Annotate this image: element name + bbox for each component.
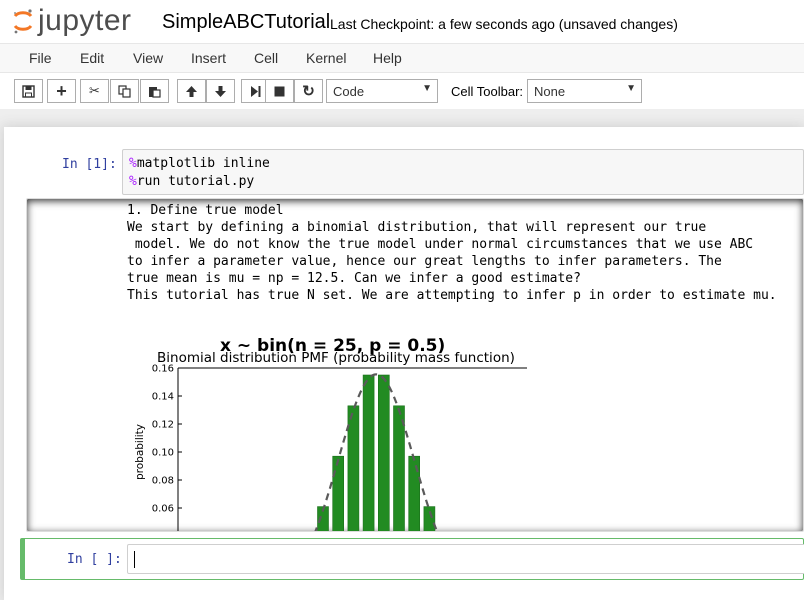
menu-file[interactable]: File <box>29 50 52 66</box>
output-line: We start by defining a binomial distribu… <box>127 220 707 235</box>
cut-icon: ✂ <box>89 83 100 98</box>
restart-icon: ↻ <box>302 83 315 100</box>
save-icon <box>22 84 35 98</box>
move-up-button[interactable] <box>177 79 206 103</box>
output-line: model. We do not know the true model und… <box>127 237 754 252</box>
cut-button[interactable]: ✂ <box>80 79 109 103</box>
cell-type-value: Code <box>333 84 365 99</box>
code-input[interactable] <box>127 544 804 574</box>
header: jupyter SimpleABCTutorial Last Checkpoin… <box>0 0 804 43</box>
toolbar: + ✂ ↻ Code ▼ Cell Toolbar: None ▼ <box>0 73 804 109</box>
move-down-button[interactable] <box>206 79 235 103</box>
input-prompt: In [ ]: <box>67 552 122 567</box>
notebook-container: In [1]: %matplotlib inline %run tutorial… <box>4 127 804 600</box>
add-cell-button[interactable]: + <box>47 79 76 103</box>
code-text: run tutorial.py <box>136 174 255 189</box>
y-tick-label: 0.12 <box>152 420 174 431</box>
dropdown-arrow-icon: ▼ <box>422 83 432 94</box>
magic-percent: % <box>129 174 137 189</box>
logo-text: jupyter <box>38 4 132 37</box>
y-tick-label: 0.04 <box>152 532 174 533</box>
input-prompt: In [1]: <box>62 157 117 172</box>
y-tick-label: 0.10 <box>152 448 174 459</box>
pmf-bar <box>378 374 390 531</box>
output-line: 1. Define true model <box>127 203 284 218</box>
code-text: matplotlib inline <box>136 156 270 171</box>
add-cell-icon: + <box>56 80 67 101</box>
pmf-chart: 0.16 0.14 0.12 0.10 0.08 0.06 0.04 probability <box>134 364 527 533</box>
notebook-name[interactable]: SimpleABCTutorial <box>162 11 330 34</box>
y-tick-label: 0.08 <box>152 476 174 487</box>
restart-kernel-button[interactable]: ↻ <box>294 79 323 103</box>
pmf-bar <box>423 506 436 531</box>
move-down-icon <box>215 85 226 97</box>
pmf-bar <box>408 455 421 531</box>
jupyter-logo-icon <box>13 9 33 34</box>
code-cell-selected[interactable]: In [ ]: <box>20 538 804 580</box>
copy-icon <box>118 84 131 98</box>
copy-button[interactable] <box>110 79 139 103</box>
jupyter-logo[interactable]: jupyter <box>12 4 132 38</box>
menubar: File Edit View Insert Cell Kernel Help <box>0 43 804 73</box>
menu-kernel[interactable]: Kernel <box>306 50 346 66</box>
dropdown-arrow-icon: ▼ <box>626 83 636 94</box>
y-tick-label: 0.16 <box>152 364 174 375</box>
stop-icon <box>274 86 285 96</box>
menu-view[interactable]: View <box>133 50 163 66</box>
magic-percent: % <box>129 156 137 171</box>
move-up-icon <box>186 85 197 97</box>
code-line: %run tutorial.py <box>129 174 254 189</box>
cell-toolbar-value: None <box>534 84 566 99</box>
save-button[interactable] <box>14 79 43 103</box>
run-icon <box>251 85 261 97</box>
menu-cell[interactable]: Cell <box>254 50 278 66</box>
cell-toolbar-select[interactable]: None ▼ <box>527 79 642 103</box>
menu-help[interactable]: Help <box>373 50 402 66</box>
menu-edit[interactable]: Edit <box>80 50 104 66</box>
y-axis-label: probability <box>134 424 146 480</box>
output-line: true mean is mu = np = 12.5. Can we infe… <box>127 271 581 286</box>
paste-icon <box>149 86 161 98</box>
cell-toolbar-label: Cell Toolbar: <box>451 84 524 99</box>
code-line: %matplotlib inline <box>129 156 270 171</box>
stop-button[interactable] <box>265 79 294 103</box>
pmf-bar <box>332 455 344 531</box>
paste-button[interactable] <box>140 79 169 103</box>
text-cursor <box>134 551 135 568</box>
checkpoint-status: Last Checkpoint: a few seconds ago (unsa… <box>330 16 678 32</box>
output-area[interactable]: 1. Define true model We start by definin… <box>26 198 804 532</box>
pmf-bar <box>362 374 375 531</box>
code-input[interactable]: %matplotlib inline %run tutorial.py <box>122 149 804 195</box>
menu-insert[interactable]: Insert <box>191 50 226 66</box>
output-line: This tutorial has true N set. We are att… <box>127 288 777 303</box>
cell-type-select[interactable]: Code ▼ <box>326 79 438 103</box>
y-tick-label: 0.14 <box>152 392 174 403</box>
y-tick-label: 0.06 <box>152 504 174 515</box>
output-line: to infer a parameter value, hence our gr… <box>127 254 722 269</box>
